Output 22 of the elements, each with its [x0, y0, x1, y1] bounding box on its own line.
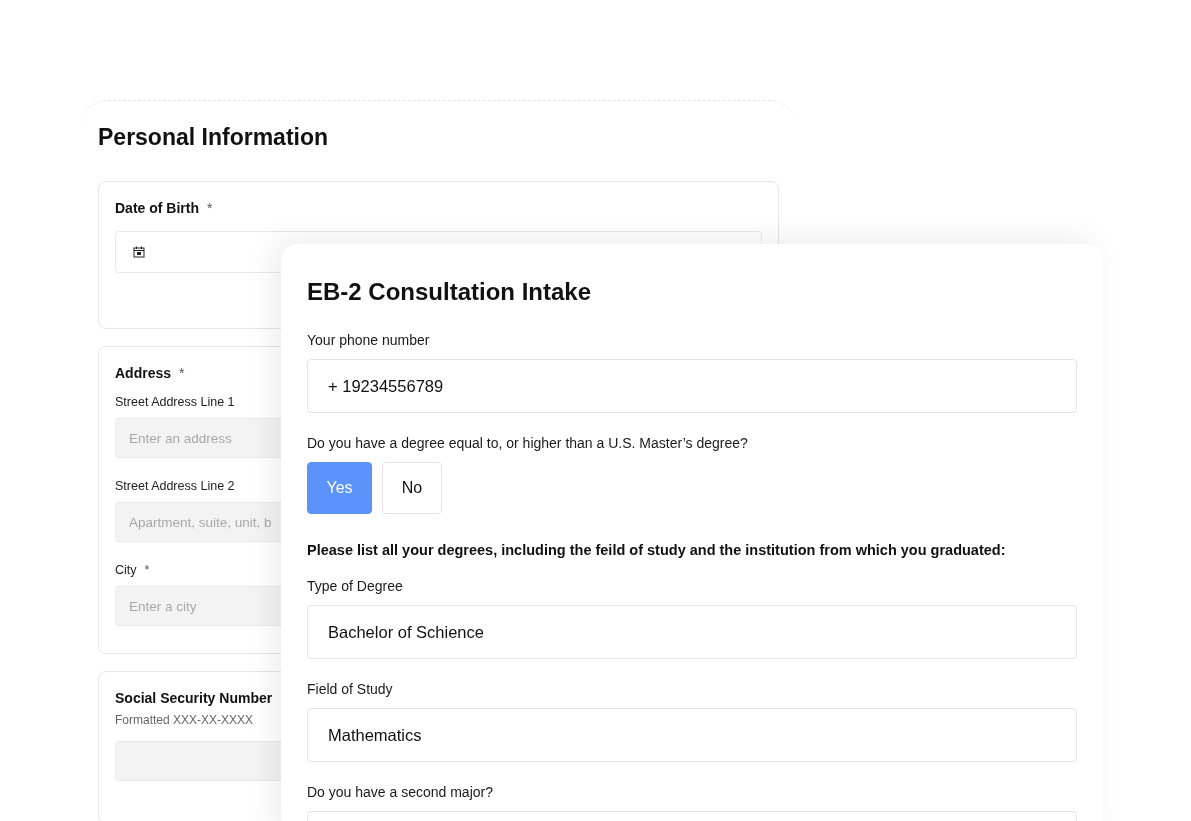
option-button[interactable]: No: [382, 462, 442, 514]
required-mark: *: [179, 365, 185, 383]
field-label: Street Address Line 1: [115, 394, 235, 411]
field-label: Do you have a second major?: [307, 783, 494, 801]
input-field[interactable]: + 19234556789: [307, 359, 1077, 413]
form-title: Personal Information: [98, 123, 330, 151]
form-title: EB-2 Consultation Intake: [307, 277, 593, 307]
question-label: Do you have a degree equal to, or higher than a U.S. Master’s degree?: [307, 434, 749, 452]
section-heading: Please list all your degrees, including the feild of study and the institution from which you graduated:: [307, 541, 1007, 559]
input-field[interactable]: Bachelor of Schience: [307, 605, 1077, 659]
field-label: Your phone number: [307, 331, 431, 349]
field-label: Field of Study: [307, 680, 394, 698]
field-label: Date of Birth: [115, 200, 199, 217]
required-mark: *: [207, 200, 213, 217]
field-label: Social Security Number: [115, 690, 273, 708]
field-label: City: [115, 562, 137, 579]
field-hint: Formatted XXX-XX-XXXX: [115, 713, 255, 728]
required-mark: *: [144, 562, 150, 579]
field-label: Street Address Line 2: [115, 478, 235, 495]
field-label: Type of Degree: [307, 577, 404, 595]
field-label: Address: [115, 365, 172, 383]
input-field[interactable]: Mathematics: [307, 708, 1077, 762]
